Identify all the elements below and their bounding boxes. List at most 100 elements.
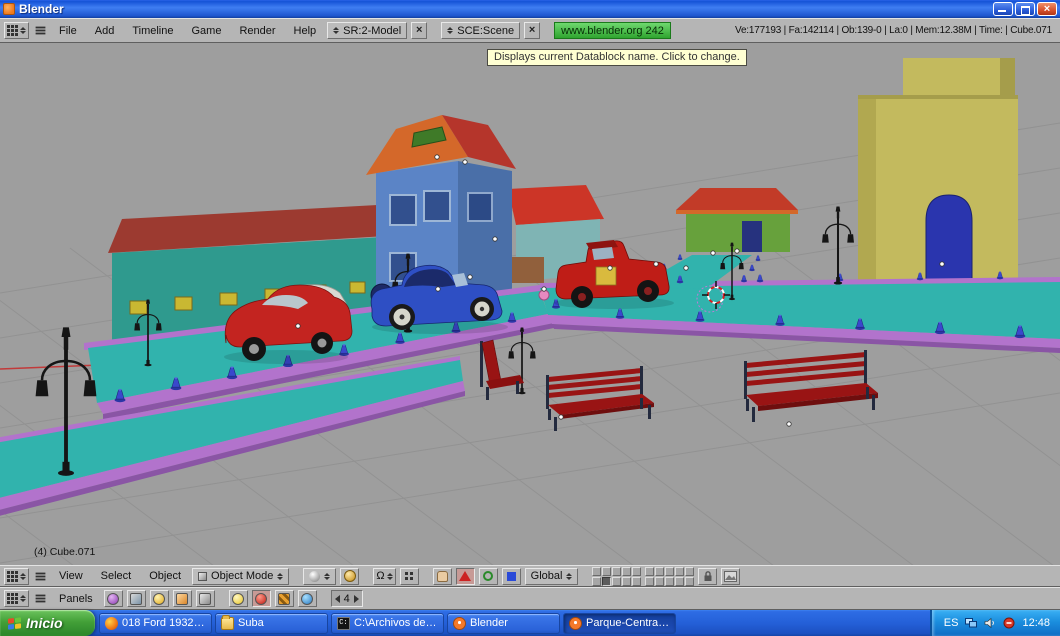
start-button[interactable]: Inicio	[0, 610, 95, 636]
layer-buttons-group-1[interactable]	[592, 566, 642, 586]
orientation-dropdown[interactable]: Global	[524, 567, 579, 585]
world-icon	[301, 592, 314, 605]
pivot-dropdown[interactable]: Ω	[373, 567, 396, 585]
close-button[interactable]: ×	[1037, 2, 1057, 16]
screen-delete-button[interactable]: ×	[411, 22, 428, 39]
menu-object[interactable]: Object	[142, 568, 188, 584]
taskbar-task-folder[interactable]: Suba	[215, 612, 328, 634]
blender-icon	[569, 616, 582, 630]
menu-add[interactable]: Add	[88, 23, 122, 39]
blender-top-header: File Add Timeline Game Render Help SR:2-…	[0, 18, 1060, 43]
menu-select[interactable]: Select	[94, 568, 139, 584]
hand-icon	[436, 570, 448, 582]
context-object-button[interactable]	[172, 590, 192, 607]
viewport-3d-scene[interactable]	[0, 43, 1060, 565]
scene-delete-button[interactable]: ×	[524, 22, 541, 39]
centers-only-button[interactable]	[399, 567, 419, 585]
folder-icon	[221, 614, 234, 630]
editing-icon	[199, 592, 212, 605]
network-icon[interactable]	[965, 617, 978, 629]
3d-viewport[interactable]: Displays current Datablock name. Click t…	[0, 43, 1060, 565]
subcontext-lamp-button[interactable]	[228, 590, 248, 607]
menu-game[interactable]: Game	[184, 23, 228, 39]
blender-app-icon	[3, 3, 15, 15]
taskbar-task-parque[interactable]: Parque-Central-de-S...	[563, 612, 676, 634]
volume-icon[interactable]	[984, 617, 996, 629]
firefox-icon	[105, 616, 118, 630]
console-icon: C:	[337, 616, 350, 630]
scene-bench-right[interactable]	[744, 350, 878, 422]
chevron-updown-icon	[324, 573, 330, 580]
antivirus-icon[interactable]	[1003, 617, 1015, 629]
scene-bench-center[interactable]	[546, 366, 654, 431]
windows-flag-icon	[8, 616, 21, 630]
title-bar: Blender ×	[0, 0, 1060, 18]
editor-type-selector[interactable]	[4, 22, 29, 39]
header-collapse-icon[interactable]	[33, 27, 48, 34]
header-collapse-icon[interactable]	[33, 572, 48, 580]
subcontext-texture-button[interactable]	[274, 590, 294, 607]
scene-house-green[interactable]	[676, 188, 798, 252]
scene-bench-end[interactable]	[480, 339, 524, 400]
chevron-updown-icon	[566, 573, 572, 580]
taskbar-task-blender[interactable]: Blender	[447, 612, 560, 634]
menu-panels[interactable]: Panels	[52, 591, 100, 607]
menu-view[interactable]: View	[52, 568, 90, 584]
render-preview-button[interactable]	[721, 567, 741, 585]
chevron-updown-icon	[20, 27, 26, 34]
lock-layers-button[interactable]	[698, 567, 718, 585]
menu-render[interactable]: Render	[232, 23, 282, 39]
manipulator-translate-toggle[interactable]	[455, 567, 475, 585]
frame-increment-icon[interactable]	[353, 594, 359, 603]
screen-datablock-field[interactable]: SR:2-Model	[327, 22, 408, 39]
blender-org-link[interactable]: www.blender.org 242	[554, 22, 671, 39]
taskbar-task-console[interactable]: C:C:\Archivos de progr...	[331, 612, 444, 634]
context-logic-button[interactable]	[103, 590, 123, 607]
layer-buttons-group-2[interactable]	[645, 566, 695, 586]
solid-draw-icon	[309, 570, 321, 582]
subcontext-material-button[interactable]	[251, 590, 271, 607]
context-editing-button[interactable]	[195, 590, 215, 607]
mode-dropdown[interactable]: Object Mode	[192, 567, 290, 585]
rotate-icon	[483, 571, 494, 581]
menu-file[interactable]: File	[52, 23, 84, 39]
editor-type-selector[interactable]	[4, 590, 29, 607]
active-object-label: (4) Cube.071	[34, 546, 96, 558]
manipulator-hand-toggle[interactable]	[432, 567, 452, 585]
language-indicator[interactable]: ES	[944, 617, 959, 629]
frame-number-field[interactable]: 4	[330, 590, 363, 607]
datablock-tooltip: Displays current Datablock name. Click t…	[487, 49, 747, 66]
context-shading-button[interactable]	[149, 590, 169, 607]
scale-icon	[506, 571, 516, 581]
chevron-updown-icon	[447, 27, 453, 34]
frame-decrement-icon[interactable]	[334, 594, 340, 603]
scene-building-yellow[interactable]	[858, 58, 1018, 288]
menu-timeline[interactable]: Timeline	[125, 23, 180, 39]
lock-icon	[704, 571, 712, 581]
shaded-preview-button[interactable]	[340, 567, 360, 585]
script-icon	[130, 592, 143, 605]
redroof-building-door	[510, 257, 544, 283]
manipulator-rotate-toggle[interactable]	[478, 567, 498, 585]
editor-type-selector[interactable]	[4, 567, 29, 585]
yellow-building-door[interactable]	[925, 194, 973, 286]
manipulator-scale-toggle[interactable]	[501, 567, 521, 585]
header-collapse-icon[interactable]	[33, 595, 48, 602]
blender-window: Blender × File Add Timeline Game Render …	[0, 0, 1060, 636]
chevron-updown-icon	[20, 595, 26, 602]
object-icon	[176, 592, 189, 605]
restore-button[interactable]	[1015, 2, 1035, 16]
taskbar-task-firefox[interactable]: 018 Ford 1932 Lego ...	[99, 612, 212, 634]
scene-statistics: Ve:177193 | Fa:142114 | Ob:139-0 | La:0 …	[735, 25, 1052, 36]
scene-datablock-field[interactable]: SCE:Scene	[441, 22, 521, 39]
green-house-door	[742, 221, 762, 252]
context-script-button[interactable]	[126, 590, 146, 607]
texture-icon	[278, 592, 291, 605]
draw-type-dropdown[interactable]	[303, 567, 337, 585]
minimize-button[interactable]	[993, 2, 1013, 16]
menu-help[interactable]: Help	[287, 23, 324, 39]
viewport-header: View Select Object Object Mode Ω Global	[0, 565, 1060, 587]
subcontext-world-button[interactable]	[297, 590, 317, 607]
editor-grid-icon	[7, 593, 10, 596]
material-icon	[255, 592, 268, 605]
